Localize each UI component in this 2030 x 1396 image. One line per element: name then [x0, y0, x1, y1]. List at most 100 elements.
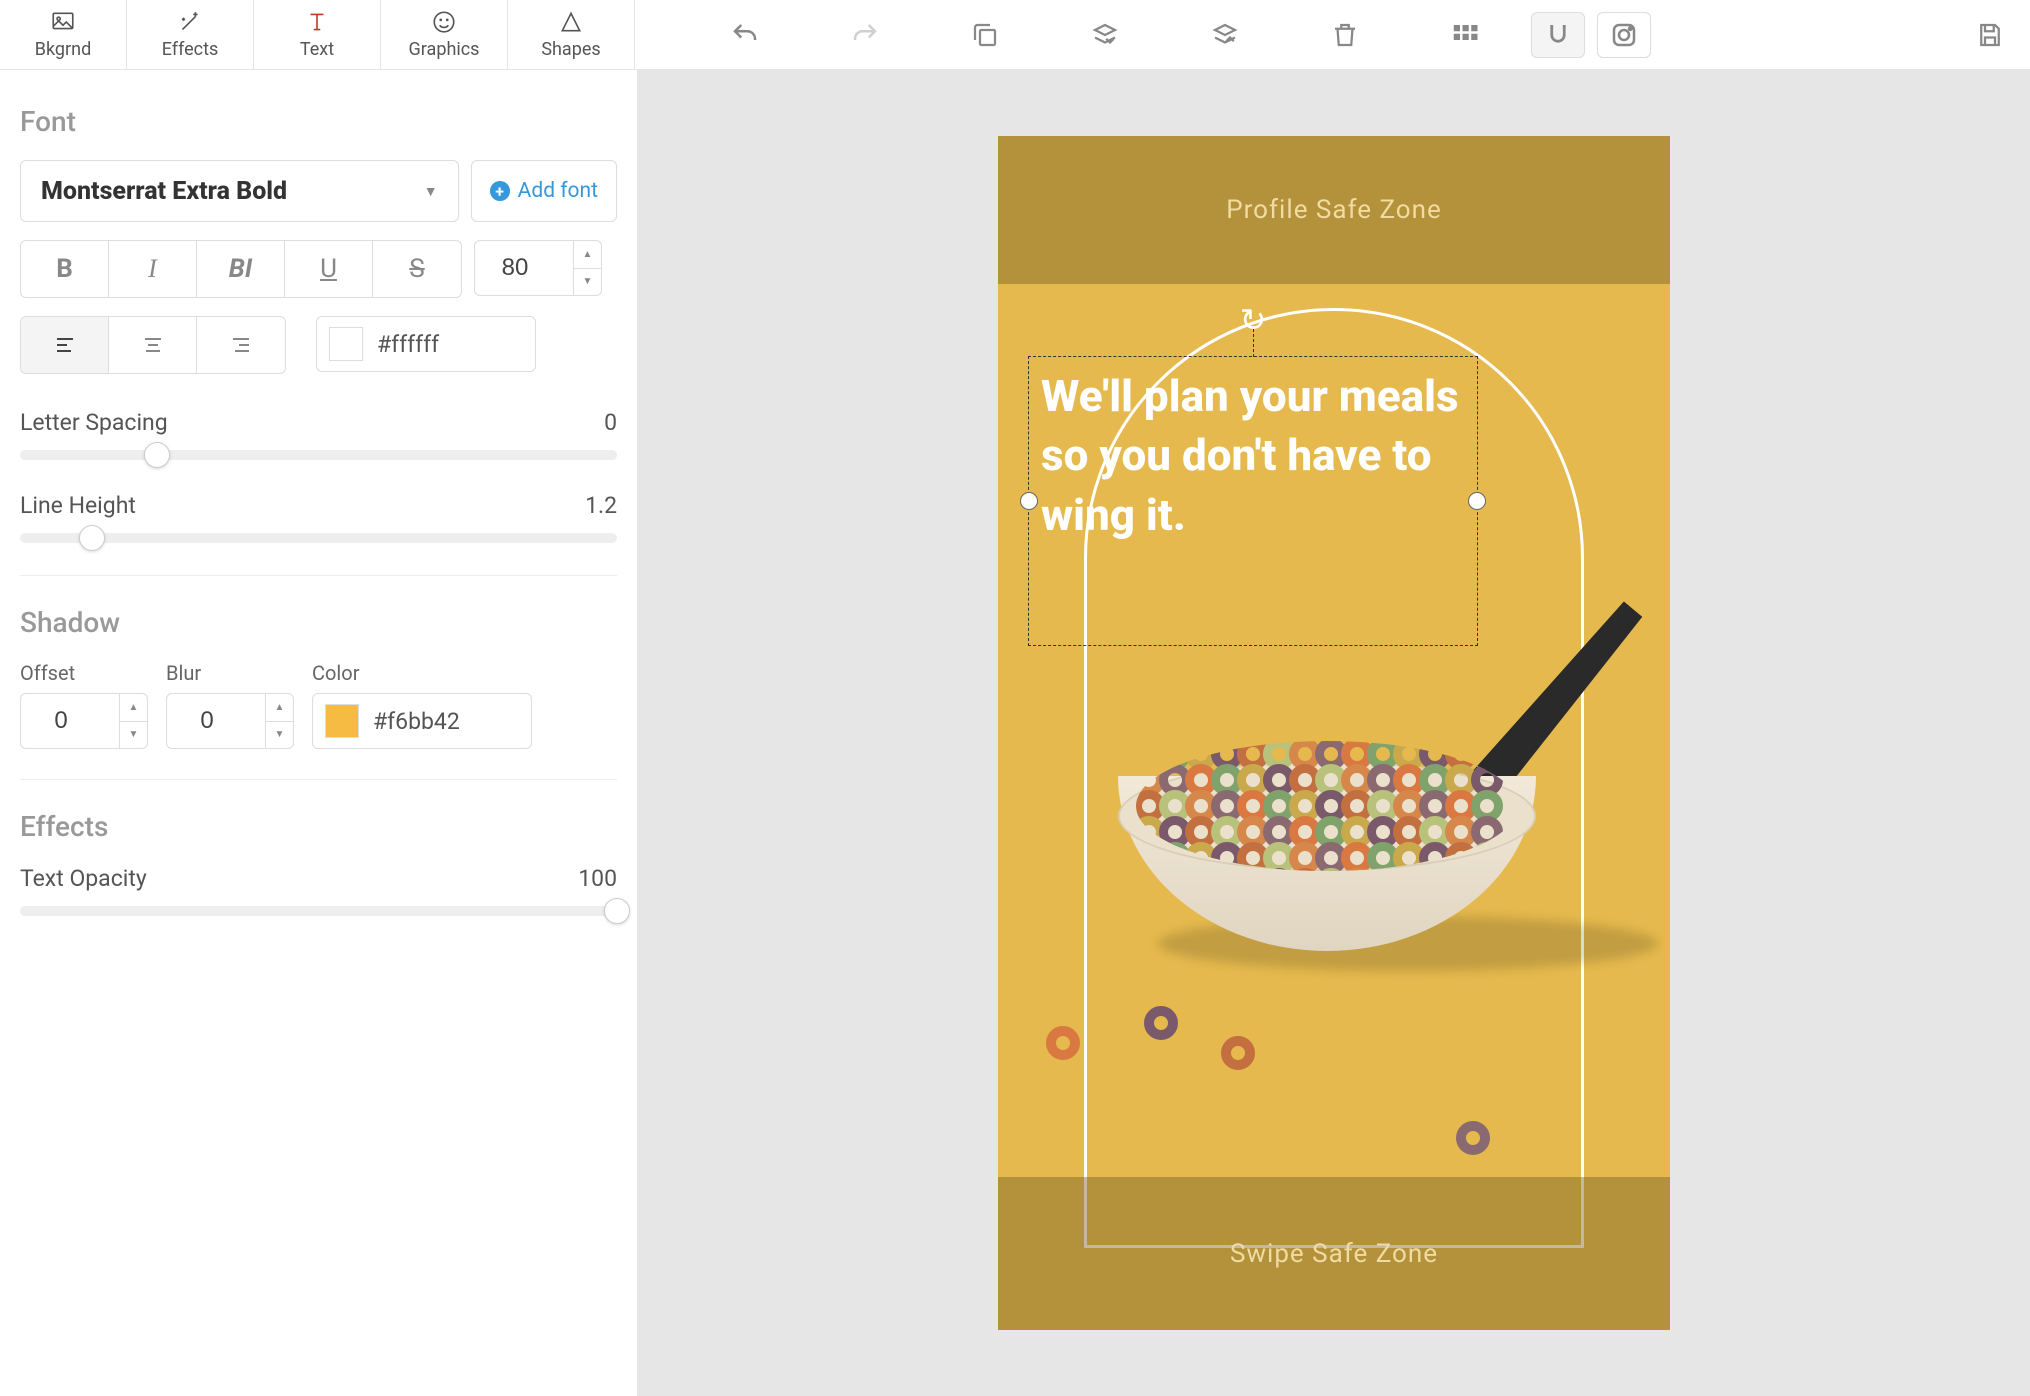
shadow-offset-value[interactable]: [21, 707, 101, 735]
letter-spacing-value: 0: [604, 409, 617, 436]
bold-italic-button[interactable]: BI: [197, 241, 285, 297]
font-size-up[interactable]: ▲: [574, 241, 601, 269]
text-color-value: #ffffff: [377, 331, 439, 358]
tab-background-label: Bkgrnd: [35, 39, 91, 60]
strikethrough-button[interactable]: S: [373, 241, 461, 297]
chevron-down-icon: ▼: [424, 183, 438, 200]
headline-text[interactable]: We'll plan your meals so you don't have …: [1029, 357, 1477, 555]
add-font-button[interactable]: + Add font: [471, 160, 617, 222]
text-opacity-value: 100: [578, 865, 617, 892]
tab-effects[interactable]: Effects: [127, 0, 254, 69]
text-color-input[interactable]: #ffffff: [316, 316, 536, 372]
image-icon: [50, 9, 76, 35]
font-family-value: Montserrat Extra Bold: [41, 177, 287, 206]
shadow-blur-value[interactable]: [167, 707, 247, 735]
artboard[interactable]: Profile Safe Zone ↻ We'll plan your meal…: [998, 136, 1670, 1330]
save-button[interactable]: [1965, 0, 2015, 70]
shadow-color-swatch: [325, 704, 359, 738]
underline-button[interactable]: U: [285, 241, 373, 297]
shadow-offset-label: Offset: [20, 661, 148, 685]
canvas-area[interactable]: Profile Safe Zone ↻ We'll plan your meal…: [638, 70, 2030, 1396]
safe-guides-button[interactable]: [1597, 12, 1651, 58]
letter-spacing-label: Letter Spacing: [20, 409, 168, 436]
tab-graphics-label: Graphics: [409, 39, 480, 60]
tab-background[interactable]: Bkgrnd: [0, 0, 127, 69]
profile-safe-zone: Profile Safe Zone: [998, 136, 1670, 284]
text-color-swatch: [329, 327, 363, 361]
stepper-up[interactable]: ▲: [266, 694, 293, 722]
line-height-slider[interactable]: [20, 533, 617, 543]
stepper-down[interactable]: ▼: [120, 722, 147, 749]
effects-section-title: Effects: [20, 810, 617, 843]
cereal-bowl-image[interactable]: [1118, 711, 1536, 971]
slider-thumb[interactable]: [144, 442, 170, 468]
bring-front-button[interactable]: [1165, 0, 1285, 70]
tab-shapes[interactable]: Shapes: [508, 0, 635, 69]
resize-handle-left[interactable]: [1020, 492, 1038, 510]
line-height-label: Line Height: [20, 492, 136, 519]
duplicate-button[interactable]: [925, 0, 1045, 70]
redo-icon: [850, 20, 880, 50]
italic-button[interactable]: I: [109, 241, 197, 297]
copy-icon: [970, 20, 1000, 50]
side-tabs: Bkgrnd Effects Text Graphics Shapes: [0, 0, 635, 69]
align-left-button[interactable]: [21, 317, 109, 373]
line-height-value: 1.2: [585, 492, 617, 519]
align-right-icon: [229, 333, 253, 357]
font-size-value[interactable]: [475, 254, 555, 282]
triangle-icon: [558, 9, 584, 35]
shadow-section-title: Shadow: [20, 606, 617, 639]
top-toolbar: Bkgrnd Effects Text Graphics Shapes: [0, 0, 2030, 70]
grid-icon: [1450, 20, 1480, 50]
delete-button[interactable]: [1285, 0, 1405, 70]
snap-button[interactable]: [1531, 12, 1585, 58]
undo-button[interactable]: [685, 0, 805, 70]
undo-icon: [730, 20, 760, 50]
send-back-button[interactable]: [1045, 0, 1165, 70]
save-icon: [1975, 20, 2005, 50]
stepper-down[interactable]: ▼: [266, 722, 293, 749]
swipe-safe-zone-label: Swipe Safe Zone: [1230, 1239, 1438, 1269]
text-opacity-slider[interactable]: [20, 906, 617, 916]
add-font-label: Add font: [518, 179, 598, 203]
tab-text-label: Text: [300, 39, 334, 60]
stepper-up[interactable]: ▲: [120, 694, 147, 722]
align-center-button[interactable]: [109, 317, 197, 373]
text-icon: [304, 9, 330, 35]
align-center-icon: [141, 333, 165, 357]
align-right-button[interactable]: [197, 317, 285, 373]
font-size-input[interactable]: ▲ ▼: [474, 240, 602, 296]
trash-icon: [1330, 20, 1360, 50]
layers-up-icon: [1210, 20, 1240, 50]
slider-thumb[interactable]: [79, 525, 105, 551]
wand-icon: [177, 9, 203, 35]
font-size-down[interactable]: ▼: [574, 269, 601, 296]
text-align-group: [20, 316, 286, 374]
shadow-color-input[interactable]: #f6bb42: [312, 693, 532, 749]
text-properties-panel: Font Montserrat Extra Bold ▼ + Add font …: [0, 70, 638, 1396]
slider-thumb[interactable]: [604, 898, 630, 924]
redo-button[interactable]: [805, 0, 925, 70]
grid-button[interactable]: [1405, 0, 1525, 70]
tab-text[interactable]: Text: [254, 0, 381, 69]
font-family-dropdown[interactable]: Montserrat Extra Bold ▼: [20, 160, 459, 222]
font-style-group: B I BI U S: [20, 240, 462, 298]
selected-text-element[interactable]: ↻ We'll plan your meals so you don't hav…: [1028, 356, 1478, 646]
text-opacity-label: Text Opacity: [20, 865, 147, 892]
letter-spacing-slider[interactable]: [20, 450, 617, 460]
align-left-icon: [53, 333, 77, 357]
shadow-blur-input[interactable]: ▲▼: [166, 693, 294, 749]
tab-graphics[interactable]: Graphics: [381, 0, 508, 69]
shadow-color-value: #f6bb42: [373, 708, 460, 735]
profile-safe-zone-label: Profile Safe Zone: [1226, 195, 1442, 225]
shadow-blur-label: Blur: [166, 661, 294, 685]
swipe-safe-zone: Swipe Safe Zone: [998, 1177, 1670, 1330]
magnet-icon: [1543, 20, 1573, 50]
shadow-offset-input[interactable]: ▲▼: [20, 693, 148, 749]
bold-button[interactable]: B: [21, 241, 109, 297]
instagram-icon: [1609, 20, 1639, 50]
layers-down-icon: [1090, 20, 1120, 50]
plus-icon: +: [490, 181, 510, 201]
resize-handle-right[interactable]: [1468, 492, 1486, 510]
smiley-icon: [431, 9, 457, 35]
